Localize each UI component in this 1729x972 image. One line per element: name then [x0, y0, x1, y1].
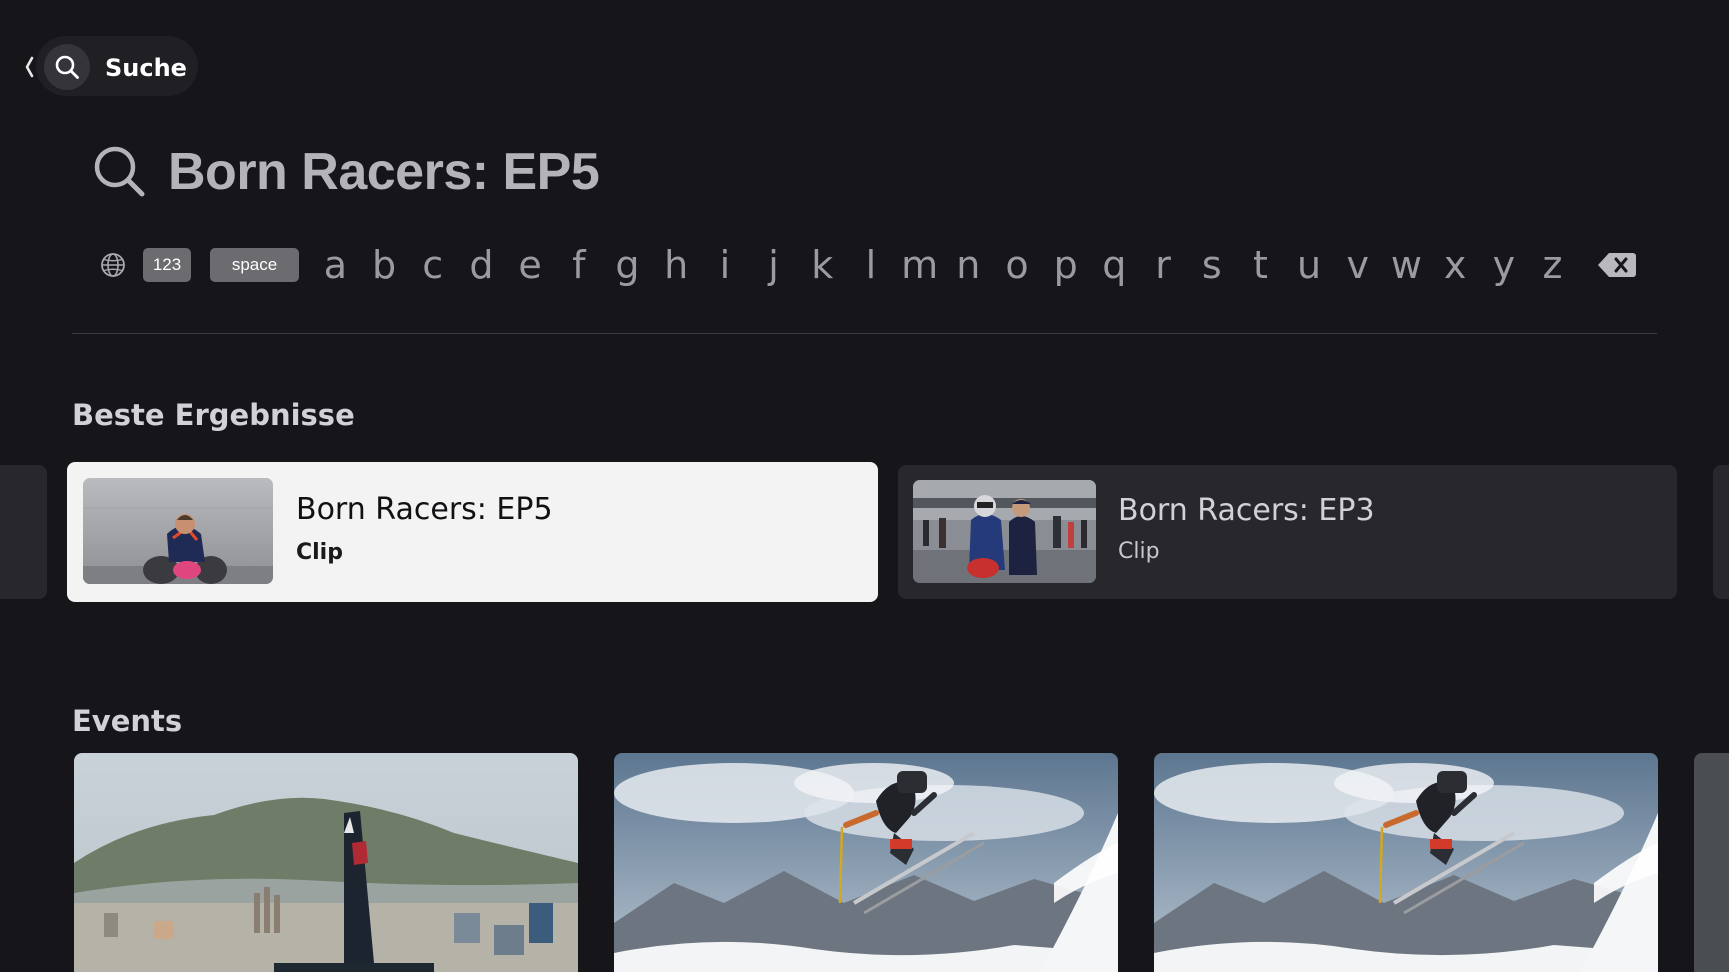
- key-h[interactable]: h: [652, 240, 701, 290]
- result-title: Born Racers: EP3: [1118, 493, 1375, 528]
- key-s[interactable]: s: [1187, 240, 1236, 290]
- racetrack-grid-thumbnail: [913, 480, 1096, 583]
- key-f[interactable]: f: [554, 240, 603, 290]
- search-nav-icon-button[interactable]: [44, 44, 90, 90]
- nav-search-label[interactable]: Suche: [105, 48, 187, 88]
- chevron-left-icon[interactable]: [22, 52, 36, 82]
- key-e[interactable]: e: [506, 240, 555, 290]
- result-card-partial[interactable]: [0, 465, 47, 599]
- search-icon: [94, 146, 145, 197]
- key-c[interactable]: c: [408, 240, 457, 290]
- events-heading: Events: [72, 704, 183, 738]
- onscreen-keyboard: 123 space a b c d e f g h i j k l m n o …: [98, 240, 1639, 290]
- key-d[interactable]: d: [457, 240, 506, 290]
- result-title: Born Racers: EP5: [296, 492, 553, 527]
- numbers-key[interactable]: 123: [143, 248, 191, 282]
- key-p[interactable]: p: [1041, 240, 1090, 290]
- result-type: Clip: [296, 540, 343, 565]
- key-n[interactable]: n: [944, 240, 993, 290]
- key-m[interactable]: m: [895, 240, 944, 290]
- key-x[interactable]: x: [1431, 240, 1480, 290]
- event-card-partial[interactable]: [1694, 753, 1729, 972]
- result-type: Clip: [1118, 539, 1160, 564]
- search-screen: Suche Born Racers: EP5 123 space a b c d…: [0, 0, 1729, 972]
- space-key[interactable]: space: [210, 248, 299, 282]
- key-a[interactable]: a: [311, 240, 360, 290]
- event-card[interactable]: [74, 753, 578, 972]
- result-card-partial[interactable]: [1713, 465, 1729, 599]
- result-card-focused[interactable]: Born Racers: EP5 Clip: [67, 462, 878, 602]
- sailing-boat-barcelona-image: [74, 753, 578, 972]
- key-k[interactable]: k: [798, 240, 847, 290]
- key-y[interactable]: y: [1480, 240, 1529, 290]
- key-z[interactable]: z: [1528, 240, 1577, 290]
- key-v[interactable]: v: [1333, 240, 1382, 290]
- key-b[interactable]: b: [360, 240, 409, 290]
- key-w[interactable]: w: [1382, 240, 1431, 290]
- globe-icon[interactable]: [98, 250, 128, 280]
- search-query-text: Born Racers: EP5: [168, 143, 600, 201]
- key-t[interactable]: t: [1236, 240, 1285, 290]
- search-icon: [55, 55, 79, 79]
- result-card[interactable]: Born Racers: EP3 Clip: [898, 465, 1677, 599]
- event-card[interactable]: [614, 753, 1118, 972]
- freeride-skier-image: [614, 753, 1118, 972]
- key-u[interactable]: u: [1285, 240, 1334, 290]
- key-q[interactable]: q: [1090, 240, 1139, 290]
- backspace-icon[interactable]: [1595, 248, 1639, 282]
- key-r[interactable]: r: [1139, 240, 1188, 290]
- key-j[interactable]: j: [749, 240, 798, 290]
- key-l[interactable]: l: [847, 240, 896, 290]
- motorcycle-rider-thumbnail: [83, 478, 273, 584]
- best-results-heading: Beste Ergebnisse: [72, 398, 355, 432]
- key-o[interactable]: o: [993, 240, 1042, 290]
- key-g[interactable]: g: [603, 240, 652, 290]
- divider: [72, 333, 1657, 334]
- event-card[interactable]: [1154, 753, 1658, 972]
- key-i[interactable]: i: [701, 240, 750, 290]
- freeride-skier-image: [1154, 753, 1658, 972]
